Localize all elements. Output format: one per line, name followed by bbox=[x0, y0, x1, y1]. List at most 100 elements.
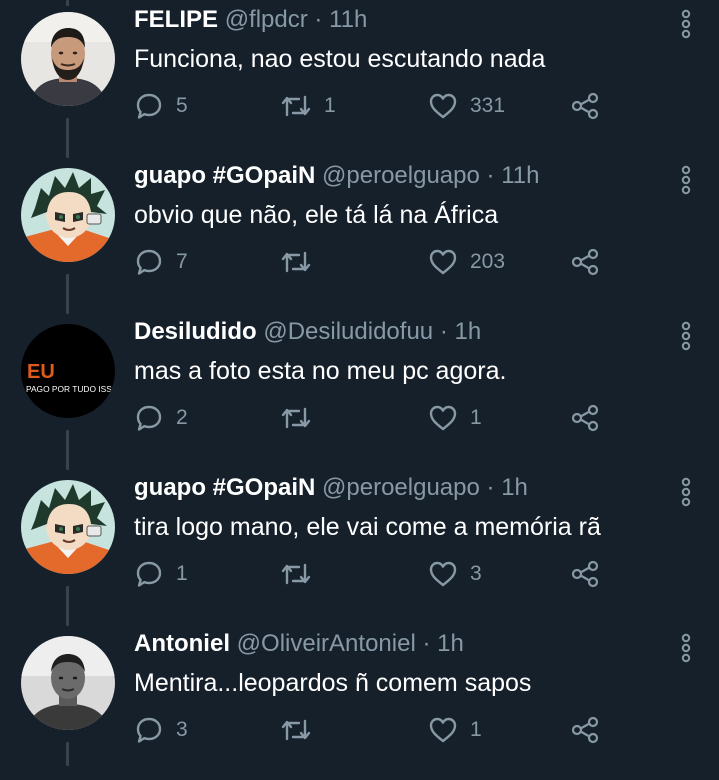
like-count: 3 bbox=[470, 562, 482, 585]
retweet-button[interactable]: 1 bbox=[280, 84, 336, 128]
retweet-button[interactable] bbox=[280, 708, 324, 752]
share-button[interactable] bbox=[570, 84, 600, 128]
tweet-text: obvio que não, ele tá lá na África bbox=[134, 201, 499, 229]
tweet-actions: 2 1 bbox=[134, 396, 604, 440]
reply-button[interactable]: 7 bbox=[134, 240, 188, 284]
like-button[interactable]: 3 bbox=[428, 552, 482, 596]
share-icon bbox=[571, 716, 599, 744]
display-name[interactable]: Antoniel bbox=[134, 630, 230, 657]
share-button[interactable] bbox=[570, 396, 600, 440]
retweet-icon bbox=[281, 95, 311, 117]
more-options-button[interactable] bbox=[670, 474, 702, 510]
timestamp[interactable]: 1h bbox=[501, 474, 528, 501]
reply-button[interactable]: 5 bbox=[134, 84, 188, 128]
more-options-button[interactable] bbox=[670, 630, 702, 666]
eu-pago-por-tudo-isso-logo-avatar: EU PAGO POR TUDO ISSO. bbox=[21, 324, 115, 418]
heart-icon bbox=[429, 405, 457, 431]
avatar[interactable] bbox=[21, 636, 115, 730]
tweet-header: guapo #GOpaiN @peroelguapo · 1h bbox=[134, 472, 528, 504]
retweet-button[interactable] bbox=[280, 396, 324, 440]
timestamp[interactable]: 11h bbox=[329, 6, 367, 33]
reply-count: 1 bbox=[176, 562, 188, 585]
more-options-button[interactable] bbox=[670, 6, 702, 42]
reply-count: 3 bbox=[176, 718, 188, 741]
separator-dot: · bbox=[486, 474, 495, 501]
reply-icon bbox=[136, 717, 162, 743]
logo-eu-text: EU bbox=[27, 361, 55, 383]
separator-dot: · bbox=[422, 630, 431, 657]
username[interactable]: @OliveirAntoniel bbox=[237, 630, 416, 657]
reply-button[interactable]: 1 bbox=[134, 552, 188, 596]
retweet-button[interactable] bbox=[280, 240, 324, 284]
more-options-button[interactable] bbox=[670, 162, 702, 198]
separator-dot: · bbox=[314, 6, 323, 33]
reply-button[interactable]: 3 bbox=[134, 708, 188, 752]
username[interactable]: @peroelguapo bbox=[322, 162, 480, 189]
tweet-actions: 7 203 bbox=[134, 240, 604, 284]
tweet[interactable]: guapo #GOpaiN @peroelguapo · 1h tira log… bbox=[0, 468, 719, 624]
share-button[interactable] bbox=[570, 240, 600, 284]
reply-count: 7 bbox=[176, 250, 188, 273]
vertical-dots-icon bbox=[681, 477, 691, 507]
share-button[interactable] bbox=[570, 708, 600, 752]
tweet-header: Desiludido @Desiludidofuu · 1h bbox=[134, 316, 481, 348]
vertical-dots-icon bbox=[681, 321, 691, 351]
tweet-text: Mentira...leopardos ñ comem sapos bbox=[134, 669, 532, 697]
tweet-text: Funciona, nao estou escutando nada bbox=[134, 45, 546, 73]
retweet-icon bbox=[281, 251, 311, 273]
reply-icon bbox=[136, 93, 162, 119]
reply-count: 5 bbox=[176, 94, 188, 117]
like-button[interactable]: 1 bbox=[428, 396, 482, 440]
tweet[interactable]: Antoniel @OliveirAntoniel · 1h Mentira..… bbox=[0, 624, 719, 780]
bearded-man-avatar-image bbox=[21, 12, 115, 106]
tweet[interactable]: EU PAGO POR TUDO ISSO. Desiludido @Desil… bbox=[0, 312, 719, 468]
tweet-text: mas a foto esta no meu pc agora. bbox=[134, 357, 507, 385]
tweet[interactable]: guapo #GOpaiN @peroelguapo · 11h obvio q… bbox=[0, 156, 719, 312]
like-button[interactable]: 1 bbox=[428, 708, 482, 752]
like-count: 1 bbox=[470, 406, 482, 429]
logo-tagline-text: PAGO POR TUDO ISSO. bbox=[26, 384, 115, 394]
man-bw-photo-avatar-image bbox=[21, 636, 115, 730]
more-options-button[interactable] bbox=[670, 318, 702, 354]
timestamp[interactable]: 1h bbox=[454, 318, 481, 345]
like-button[interactable]: 331 bbox=[428, 84, 505, 128]
tweet-header: FELIPE @flpdcr · 11h bbox=[134, 4, 367, 36]
display-name[interactable]: guapo #GOpaiN bbox=[134, 162, 315, 189]
tweet[interactable]: FELIPE @flpdcr · 11h Funciona, nao estou… bbox=[0, 0, 719, 156]
retweet-icon bbox=[281, 407, 311, 429]
like-button[interactable]: 203 bbox=[428, 240, 505, 284]
tweet-header: guapo #GOpaiN @peroelguapo · 11h bbox=[134, 160, 539, 192]
timestamp[interactable]: 11h bbox=[501, 162, 539, 189]
like-count: 331 bbox=[470, 94, 506, 117]
username[interactable]: @peroelguapo bbox=[322, 474, 480, 501]
vertical-dots-icon bbox=[681, 165, 691, 195]
tweet-actions: 5 1 331 bbox=[134, 84, 604, 128]
timestamp[interactable]: 1h bbox=[437, 630, 464, 657]
avatar[interactable] bbox=[21, 12, 115, 106]
display-name[interactable]: FELIPE bbox=[134, 6, 218, 33]
avatar[interactable] bbox=[21, 480, 115, 574]
vertical-dots-icon bbox=[681, 633, 691, 663]
avatar[interactable]: EU PAGO POR TUDO ISSO. bbox=[21, 324, 115, 418]
tweet-actions: 3 1 bbox=[134, 708, 604, 752]
reply-count: 2 bbox=[176, 406, 188, 429]
anime-character-avatar-image bbox=[21, 480, 115, 574]
reply-button[interactable]: 2 bbox=[134, 396, 188, 440]
display-name[interactable]: guapo #GOpaiN bbox=[134, 474, 315, 501]
retweet-button[interactable] bbox=[280, 552, 324, 596]
separator-dot: · bbox=[439, 318, 448, 345]
heart-icon bbox=[429, 249, 457, 275]
avatar[interactable] bbox=[21, 168, 115, 262]
vertical-dots-icon bbox=[681, 9, 691, 39]
reply-icon bbox=[136, 561, 162, 587]
retweet-icon bbox=[281, 719, 311, 741]
heart-icon bbox=[429, 561, 457, 587]
share-icon bbox=[571, 404, 599, 432]
username[interactable]: @flpdcr bbox=[225, 6, 308, 33]
like-count: 1 bbox=[470, 718, 482, 741]
separator-dot: · bbox=[486, 162, 495, 189]
username[interactable]: @Desiludidofuu bbox=[263, 318, 433, 345]
share-icon bbox=[571, 560, 599, 588]
share-button[interactable] bbox=[570, 552, 600, 596]
display-name[interactable]: Desiludido bbox=[134, 318, 257, 345]
